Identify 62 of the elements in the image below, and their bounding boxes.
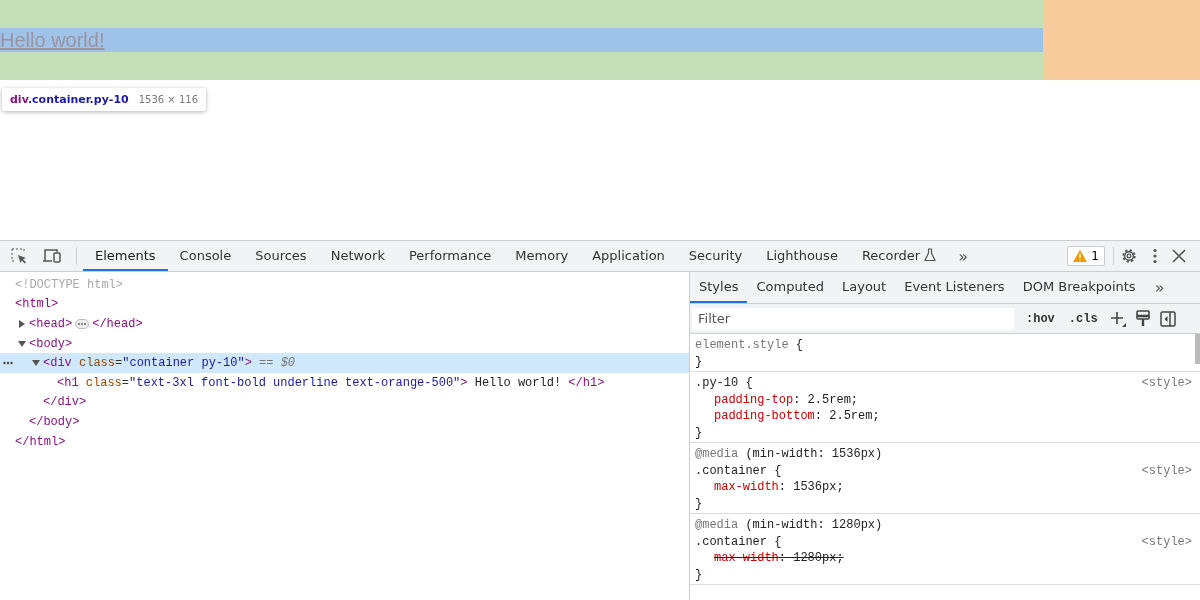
closing-brace: } xyxy=(695,425,703,440)
warnings-badge[interactable]: 1 xyxy=(1067,246,1105,266)
dom-node[interactable]: <head> </head> xyxy=(29,317,143,331)
css-declaration[interactable]: max-width: 1280px; xyxy=(714,551,844,566)
source-link[interactable]: <style> xyxy=(1141,463,1192,478)
triangle-icon[interactable] xyxy=(18,320,26,328)
sidebar-toggle-icon[interactable] xyxy=(1159,310,1176,327)
filter-field[interactable]: Filter xyxy=(692,307,1014,330)
sidebar-tab[interactable]: Computed xyxy=(747,272,833,303)
panel-tab[interactable]: Performance xyxy=(396,241,504,271)
settings-icon[interactable] xyxy=(1120,247,1138,265)
inspect-icon[interactable] xyxy=(10,247,28,265)
dom-node[interactable]: <h1 class="text-3xl font-bold underline text-orange-500"> Hello world! </h1> xyxy=(57,375,605,390)
closing-brace: } xyxy=(695,567,703,582)
device-toolbar-icon[interactable] xyxy=(42,247,62,265)
triangle-icon[interactable] xyxy=(18,339,26,348)
hover-state-button[interactable]: :hov xyxy=(1024,311,1057,326)
media-query: @media (min-width: 1536px) xyxy=(695,447,883,462)
dom-close-tag[interactable]: </html> xyxy=(15,434,66,449)
css-declaration[interactable]: padding-bottom: 2.5rem; xyxy=(714,409,880,424)
close-icon[interactable] xyxy=(1172,249,1186,263)
source-link[interactable]: <style> xyxy=(1141,534,1192,549)
panel-tab[interactable]: Sources xyxy=(243,241,319,271)
class-toggle-button[interactable]: .cls xyxy=(1066,311,1100,326)
css-declaration[interactable]: padding-top: 2.5rem; xyxy=(714,392,859,407)
paint-brush-icon[interactable] xyxy=(1135,310,1150,327)
hello-heading: Hello world! xyxy=(0,28,105,52)
panel-tab[interactable]: Lighthouse xyxy=(754,241,850,271)
more-tabs-button[interactable]: » xyxy=(948,246,978,266)
element-selector: div.container.py-10 xyxy=(10,93,129,106)
dom-close-tag[interactable]: </div> xyxy=(43,395,87,410)
rule-selector: element.style { xyxy=(695,338,804,353)
rule-selector: .container { xyxy=(695,534,782,549)
scrollbar[interactable] xyxy=(1195,334,1200,364)
closing-brace: } xyxy=(695,496,703,511)
dom-node[interactable]: <body> xyxy=(29,336,73,351)
warning-icon xyxy=(1073,250,1088,262)
panel-tab[interactable]: Memory xyxy=(503,241,581,271)
rule-selector: .container { xyxy=(695,463,782,478)
media-query: @media (min-width: 1280px) xyxy=(695,518,883,533)
ellipsis-icon[interactable] xyxy=(75,318,90,329)
sidebar-tab[interactable]: DOM Breakpoints xyxy=(1013,272,1145,303)
panel-tab[interactable]: Network xyxy=(318,241,397,271)
sidebar-tab[interactable]: Event Listeners xyxy=(895,272,1014,303)
sidebar-tab[interactable]: Layout xyxy=(833,272,896,303)
panel-tab[interactable]: Console xyxy=(167,241,244,271)
closing-brace: } xyxy=(695,354,703,369)
rule-selector: .py-10 { xyxy=(695,376,753,391)
dom-node[interactable]: <html> xyxy=(15,297,59,312)
panel-tab[interactable]: Security xyxy=(676,241,755,271)
ellipsis-icon[interactable] xyxy=(3,361,13,366)
triangle-icon[interactable] xyxy=(32,359,40,368)
panel-tab[interactable]: Elements xyxy=(83,241,168,271)
dom-close-tag[interactable]: </body> xyxy=(29,414,80,429)
plus-icon[interactable] xyxy=(1109,310,1126,327)
element-size: 1536 × 116 xyxy=(138,94,198,105)
kebab-menu-icon[interactable] xyxy=(1152,248,1158,264)
panel-tab[interactable]: Application xyxy=(580,241,677,271)
more-tabs-button[interactable]: » xyxy=(1144,272,1175,303)
panel-tab[interactable]: Recorder xyxy=(849,241,949,271)
css-declaration[interactable]: max-width: 1536px; xyxy=(714,480,844,495)
source-link[interactable]: <style> xyxy=(1141,376,1192,391)
